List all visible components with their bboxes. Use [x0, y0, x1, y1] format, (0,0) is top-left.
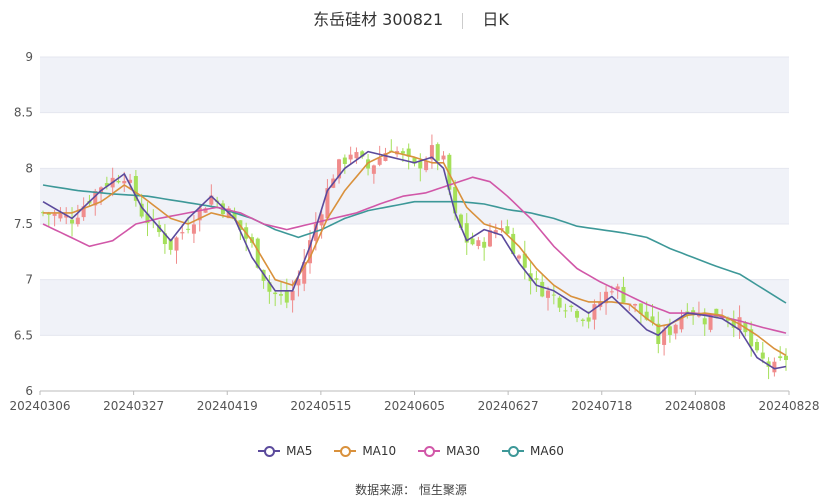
y-tick-label: 7	[25, 273, 33, 287]
candle-body-down	[667, 326, 672, 335]
legend-item-ma5[interactable]: MA5	[258, 444, 312, 458]
y-tick-label: 6	[25, 384, 33, 398]
candle-body-down	[482, 241, 487, 248]
candle-body-down	[754, 342, 759, 351]
x-tick-label: 20240306	[9, 399, 70, 413]
candle-body-up	[441, 155, 446, 160]
candle-body-up	[52, 213, 57, 216]
candle-body-up	[290, 290, 295, 301]
candle-body-up	[592, 304, 597, 320]
legend-marker-ma30	[418, 445, 441, 457]
candle-body-up	[377, 157, 382, 165]
candlestick-chart: 6 6.5 7 7.5 8 8.5 9 20240306 20240327 20240419 202…	[9, 50, 819, 413]
legend-marker-ma5	[258, 445, 281, 457]
x-tick-label: 20240828	[758, 399, 819, 413]
candle-body-down	[470, 238, 475, 245]
data-source: 数据来源： 恒生聚源	[355, 483, 467, 497]
candle-body-up	[673, 324, 678, 334]
candle-body-down	[569, 305, 574, 308]
chart-legend: MA5 MA10 MA30 MA60	[0, 444, 822, 458]
candle-body-up	[180, 232, 185, 234]
candle-body-down	[580, 319, 585, 321]
x-tick-label: 20240808	[665, 399, 726, 413]
candle-body-down	[557, 297, 562, 308]
candle-body-up	[354, 152, 359, 159]
candle-body-down	[621, 286, 626, 303]
candle-body-down	[702, 318, 707, 325]
candle-body-up	[609, 291, 614, 293]
candle-body-down	[534, 278, 539, 280]
candle-body-up	[75, 217, 80, 225]
legend-marker-ma10	[334, 445, 357, 457]
legend-label-ma30: MA30	[446, 444, 481, 458]
candle-body-down	[575, 311, 580, 318]
y-tick-label: 8.5	[14, 106, 33, 120]
candle-body-down	[435, 144, 440, 161]
candle-body-down	[400, 151, 405, 154]
candle-body-up	[476, 240, 481, 246]
candle-body-down	[342, 157, 347, 164]
candle-body-up	[516, 255, 521, 259]
candle-body-up	[371, 165, 376, 174]
candle-body-up	[174, 237, 179, 251]
candle-body-down	[586, 317, 591, 322]
legend-label-ma10: MA10	[362, 444, 397, 458]
y-tick-label: 9	[25, 50, 33, 64]
candle-body-down	[116, 180, 121, 183]
candle-body-down	[778, 356, 783, 359]
y-tick-label: 6.5	[14, 328, 33, 342]
candle-body-down	[418, 161, 423, 169]
x-tick-label: 20240419	[197, 399, 258, 413]
legend-label-ma60: MA60	[530, 444, 564, 458]
x-tick-label: 20240605	[384, 399, 445, 413]
legend-item-ma60[interactable]: MA60	[502, 444, 564, 458]
candle-body-up	[122, 180, 127, 184]
candle-body-down	[278, 294, 283, 296]
candle-body-down	[784, 355, 788, 361]
x-tick-label: 20240627	[478, 399, 539, 413]
legend-item-ma30[interactable]: MA30	[418, 444, 480, 458]
x-tick-label: 20240718	[571, 399, 632, 413]
candle-body-up	[633, 303, 638, 306]
x-tick-label: 20240515	[290, 399, 351, 413]
candle-body-down	[551, 294, 556, 296]
grid-band	[40, 57, 789, 113]
candle-body-down	[540, 281, 545, 297]
candle-body-down	[186, 228, 191, 230]
candle-body-up	[191, 224, 196, 234]
y-tick-label: 7.5	[14, 217, 33, 231]
legend-item-ma10[interactable]: MA10	[334, 444, 396, 458]
candle-body-down	[563, 310, 568, 312]
candle-body-down	[284, 290, 289, 303]
candle-body-up	[58, 213, 63, 219]
y-tick-label: 8	[25, 161, 33, 175]
legend-label-ma5: MA5	[286, 444, 313, 458]
candle-body-down	[70, 219, 75, 224]
candle-body-up	[348, 154, 353, 160]
candle-body-up	[546, 290, 551, 298]
x-tick-label: 20240327	[103, 399, 164, 413]
candle-body-down	[273, 292, 278, 295]
legend-marker-ma60	[502, 445, 525, 457]
candle-body-down	[760, 352, 765, 359]
